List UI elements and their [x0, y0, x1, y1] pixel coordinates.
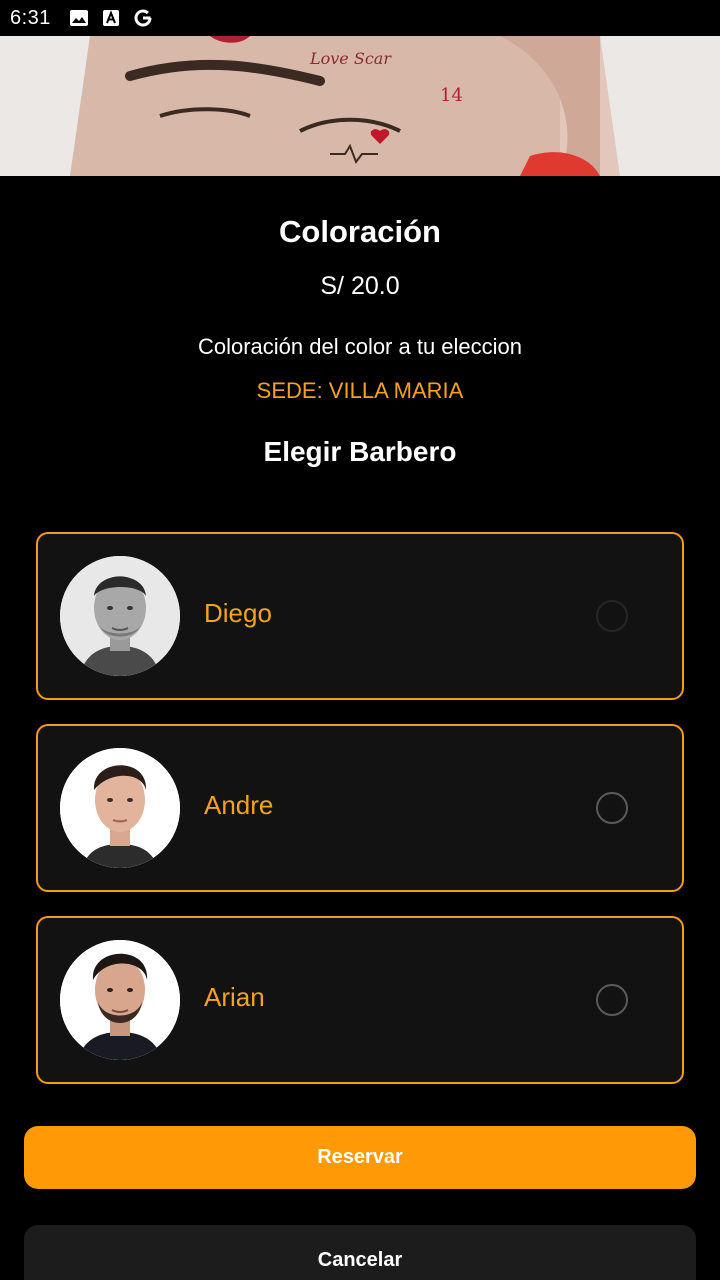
avatar: [60, 940, 180, 1060]
status-bar: 6:31: [0, 0, 720, 36]
barber-card-andre[interactable]: Andre: [36, 724, 684, 892]
barber-name: Diego: [204, 598, 272, 628]
barber-card-arian[interactable]: Arian: [36, 916, 684, 1084]
avatar: [60, 556, 180, 676]
cancel-button[interactable]: Cancelar: [24, 1225, 696, 1280]
text-icon: [101, 8, 121, 28]
status-time: 6:31: [10, 6, 51, 29]
barber-card-diego[interactable]: Diego: [36, 532, 684, 700]
barber-radio-arian[interactable]: [596, 984, 628, 1016]
barber-name: Arian: [204, 982, 265, 1012]
barber-radio-diego[interactable]: [596, 600, 628, 632]
service-hero-image: Love Scar 14: [0, 36, 720, 176]
image-icon: [69, 8, 89, 28]
service-sede: SEDE: VILLA MARIA: [256, 378, 464, 403]
service-description: Coloración del color a tu eleccion: [197, 334, 523, 359]
barber-name: Andre: [204, 790, 274, 820]
google-icon: [133, 8, 153, 28]
reserve-button[interactable]: Reservar: [24, 1126, 696, 1189]
svg-text:14: 14: [440, 85, 463, 106]
avatar: [60, 748, 180, 868]
barber-section-title: Elegir Barbero: [263, 436, 457, 467]
service-price: S/ 20.0: [320, 272, 400, 300]
svg-text:Love Scar: Love Scar: [309, 49, 392, 68]
service-title: Coloración: [279, 214, 441, 249]
barber-radio-andre[interactable]: [596, 792, 628, 824]
